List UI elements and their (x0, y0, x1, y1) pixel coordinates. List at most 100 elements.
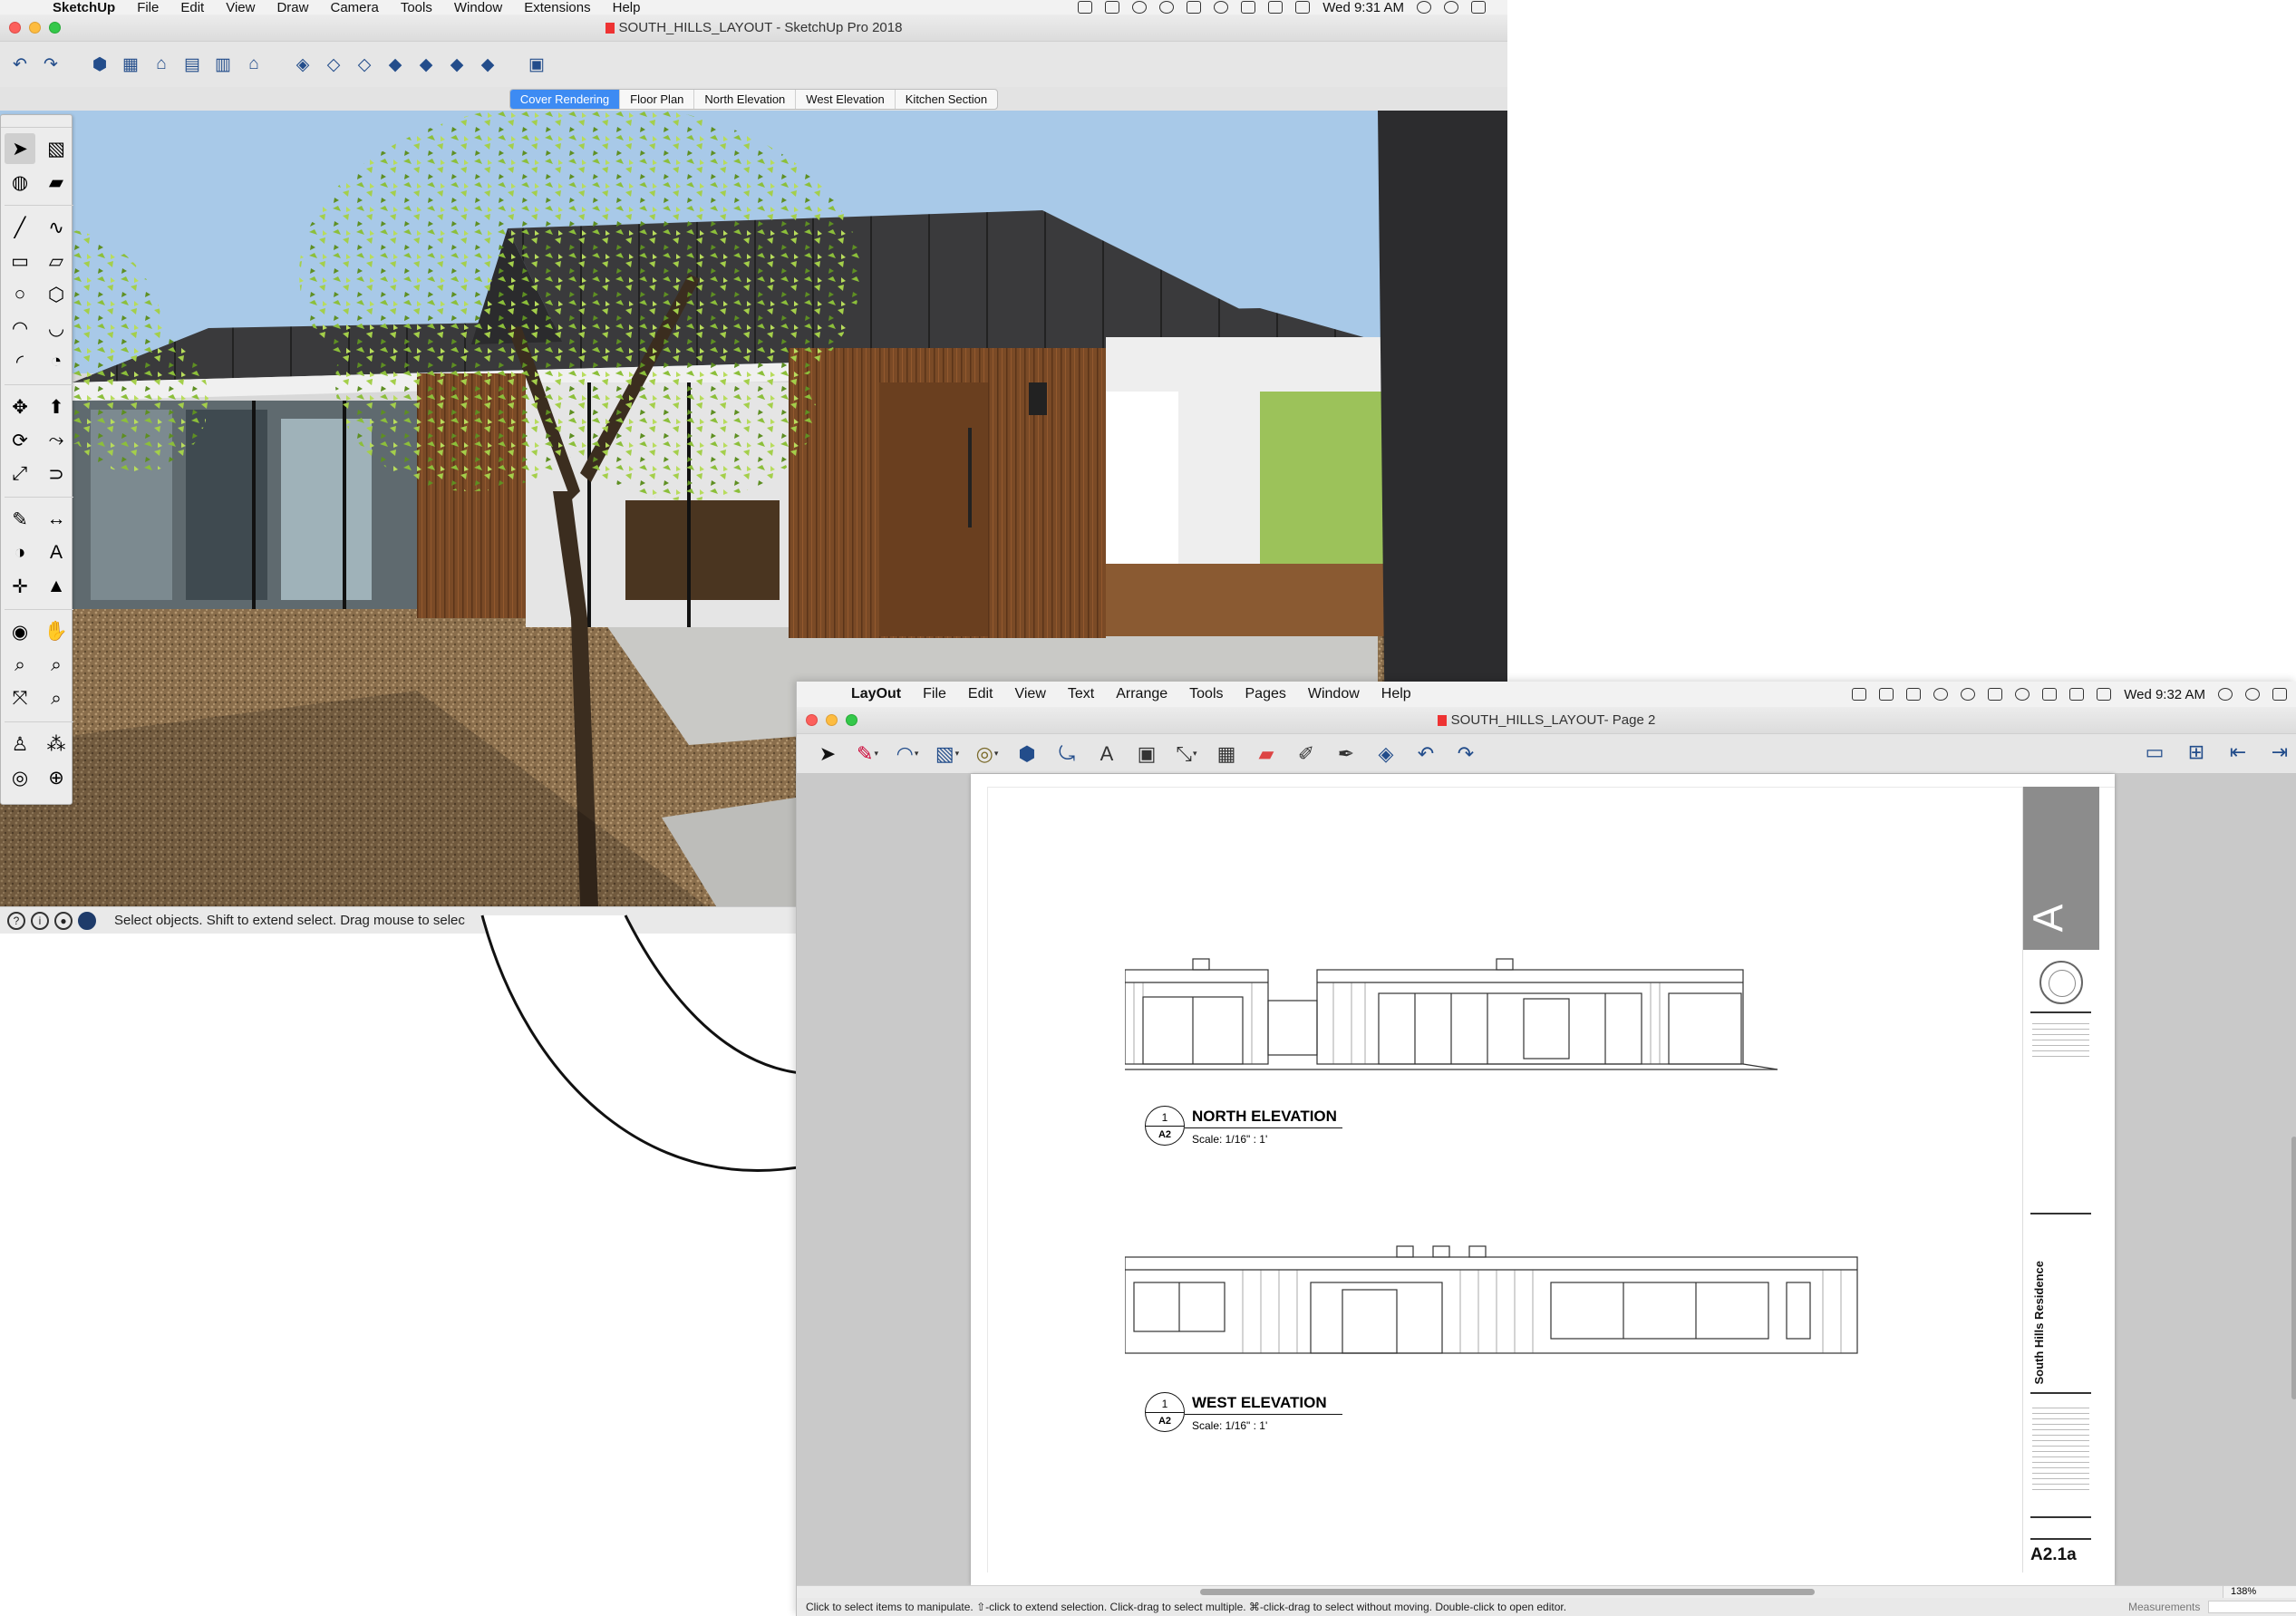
flame-icon[interactable] (1988, 688, 2003, 701)
menu-window[interactable]: Window (1308, 686, 1360, 702)
minimize-window-button[interactable] (826, 714, 838, 726)
right-view-icon[interactable]: ▤ (179, 52, 205, 77)
section-display-icon[interactable]: ▣ (524, 52, 549, 77)
scene-tab-north-elevation[interactable]: North Elevation (694, 89, 797, 109)
monochrome-style-icon[interactable]: ◆ (444, 52, 470, 77)
vertical-scrollbar[interactable] (2291, 1137, 2296, 1399)
scale-tool-icon[interactable]: ⤢ (5, 459, 35, 489)
arc-tool-icon[interactable]: ◠ (5, 313, 35, 344)
style-eyedropper-icon[interactable]: ✐ (1290, 741, 1322, 767)
measurements-input[interactable] (2208, 1601, 2296, 1613)
select-tool-icon[interactable]: ➤ (5, 133, 35, 164)
section-plane-tool-icon[interactable]: ⊕ (41, 762, 72, 793)
scene-tab-west-elevation[interactable]: West Elevation (796, 89, 896, 109)
zoom-extents-icon[interactable]: ⤧ (5, 683, 35, 714)
top-view-icon[interactable]: ▦ (118, 52, 143, 77)
menu-extensions[interactable]: Extensions (524, 0, 590, 15)
style-brush-icon[interactable]: ✒ (1330, 741, 1362, 767)
menu-window[interactable]: Window (454, 0, 502, 15)
pie-tool-icon[interactable]: ◔ (41, 346, 72, 377)
credits-icon[interactable]: i (31, 911, 49, 930)
screen-record-icon[interactable] (1078, 1, 1093, 14)
push-pull-icon[interactable]: ⬆ (41, 392, 72, 422)
xray-style-icon[interactable]: ◈ (290, 52, 315, 77)
text-tool-icon[interactable]: A (1090, 741, 1123, 767)
circle-tool-icon[interactable]: ◎ ▾ (971, 741, 1003, 767)
zoom-window-icon[interactable]: ⌕ (41, 650, 72, 681)
sync-icon[interactable] (1933, 688, 1949, 701)
menu-camera[interactable]: Camera (330, 0, 378, 15)
close-window-button[interactable] (806, 714, 818, 726)
dropbox-icon[interactable] (1906, 688, 1922, 701)
north-elevation-drawing[interactable] (1125, 946, 1787, 1073)
rotated-rectangle-icon[interactable]: ▱ (41, 246, 72, 276)
redo-icon[interactable]: ↷ (38, 52, 63, 77)
wifi-icon[interactable] (2042, 688, 2058, 701)
eraser-icon[interactable]: ▰ (41, 167, 72, 198)
cloud-icon[interactable] (2015, 688, 2030, 701)
layout-canvas[interactable]: 1 A2 NORTH ELEVATION Scale: 1/16" : 1' 1… (797, 774, 2296, 1585)
apple-icon[interactable] (20, 0, 34, 15)
move-tool-icon[interactable]: ✥ (5, 392, 35, 422)
undo-icon[interactable]: ↶ (7, 52, 33, 77)
undo-icon[interactable]: ↶ (1410, 741, 1442, 767)
close-window-button[interactable] (9, 22, 21, 34)
sync-icon[interactable] (1132, 1, 1148, 14)
shaded-textures-style-icon[interactable]: ◆ (413, 52, 439, 77)
section-plane-icon[interactable]: ◆ (475, 52, 500, 77)
axes-tool-icon[interactable]: ✛ (5, 571, 35, 602)
previous-view-icon[interactable]: ⌕ (41, 683, 72, 714)
menu-tools[interactable]: Tools (401, 0, 432, 15)
polygon-tool-icon[interactable]: ⬢ (1011, 741, 1043, 767)
app-menu[interactable]: LayOut (851, 686, 901, 702)
polygon-tool-icon[interactable]: ⬡ (41, 279, 72, 310)
next-page-icon[interactable]: ⇥ (2263, 740, 2296, 765)
flame-icon[interactable] (1187, 1, 1202, 14)
horizontal-scrollbar[interactable]: 138% (797, 1585, 2296, 1598)
scene-tab-kitchen-section[interactable]: Kitchen Section (896, 90, 997, 109)
title-block[interactable]: A South Hills Residence A2.1a (2022, 787, 2099, 1572)
west-elevation-drawing[interactable] (1125, 1241, 1859, 1359)
zoom-level-select[interactable]: 138% (2223, 1586, 2296, 1598)
freehand-tool-icon[interactable]: ∿ (41, 212, 72, 243)
menu-file[interactable]: File (923, 686, 946, 702)
menu-edit[interactable]: Edit (968, 686, 993, 702)
redo-icon[interactable]: ↷ (1449, 741, 1482, 767)
dimension-tool-icon[interactable]: ⤡ ▾ (1170, 741, 1203, 767)
shaded-style-icon[interactable]: ◆ (383, 52, 408, 77)
add-page-icon[interactable]: ⊞ (2180, 740, 2213, 765)
volume-icon[interactable] (2069, 688, 2085, 701)
globe-icon[interactable] (78, 911, 96, 930)
spotlight-search-icon[interactable] (2218, 688, 2233, 701)
table-tool-icon[interactable]: ▦ (1210, 741, 1243, 767)
previous-page-icon[interactable]: ⇤ (2222, 740, 2254, 765)
dropbox-icon[interactable] (1105, 1, 1120, 14)
follow-me-icon[interactable]: ⤳ (41, 425, 72, 456)
line-tool-icon[interactable]: ╱ (5, 212, 35, 243)
scene-tab-floor-plan[interactable]: Floor Plan (620, 89, 695, 109)
spotlight-search-icon[interactable] (1417, 1, 1431, 14)
siri-icon[interactable] (1444, 1, 1458, 14)
offset-tool-icon[interactable]: ⊃ (41, 459, 72, 489)
zoom-tool-icon[interactable]: ⌕ (5, 650, 35, 681)
menubar-clock[interactable]: Wed 9:31 AM (1322, 0, 1404, 15)
protractor-icon[interactable]: ◑ (5, 537, 35, 568)
scene-tab-cover-rendering[interactable]: Cover Rendering (509, 89, 621, 109)
dimension-tool-icon[interactable]: ↔ (41, 504, 72, 535)
battery-icon[interactable] (2097, 688, 2112, 701)
make-component-icon[interactable]: ▧ (41, 133, 72, 164)
info-icon[interactable] (1159, 1, 1175, 14)
siri-icon[interactable] (2245, 688, 2260, 701)
app-menu[interactable]: SketchUp (53, 0, 115, 15)
rectangle-tool-icon[interactable]: ▧ ▾ (931, 741, 964, 767)
notification-center-icon[interactable] (2272, 688, 2287, 701)
notification-center-icon[interactable] (1471, 1, 1486, 14)
user-account-icon[interactable]: ● (54, 911, 73, 930)
wifi-icon[interactable] (1241, 1, 1256, 14)
iso-view-icon[interactable]: ⬢ (87, 52, 112, 77)
horizontal-scroll-thumb[interactable] (1200, 1589, 1815, 1595)
offset-tool-icon[interactable]: ⤿ (1051, 741, 1083, 767)
volume-icon[interactable] (1268, 1, 1284, 14)
eraser-icon[interactable]: ▰ (1250, 741, 1283, 767)
pan-tool-icon[interactable]: ✋ (41, 616, 72, 647)
